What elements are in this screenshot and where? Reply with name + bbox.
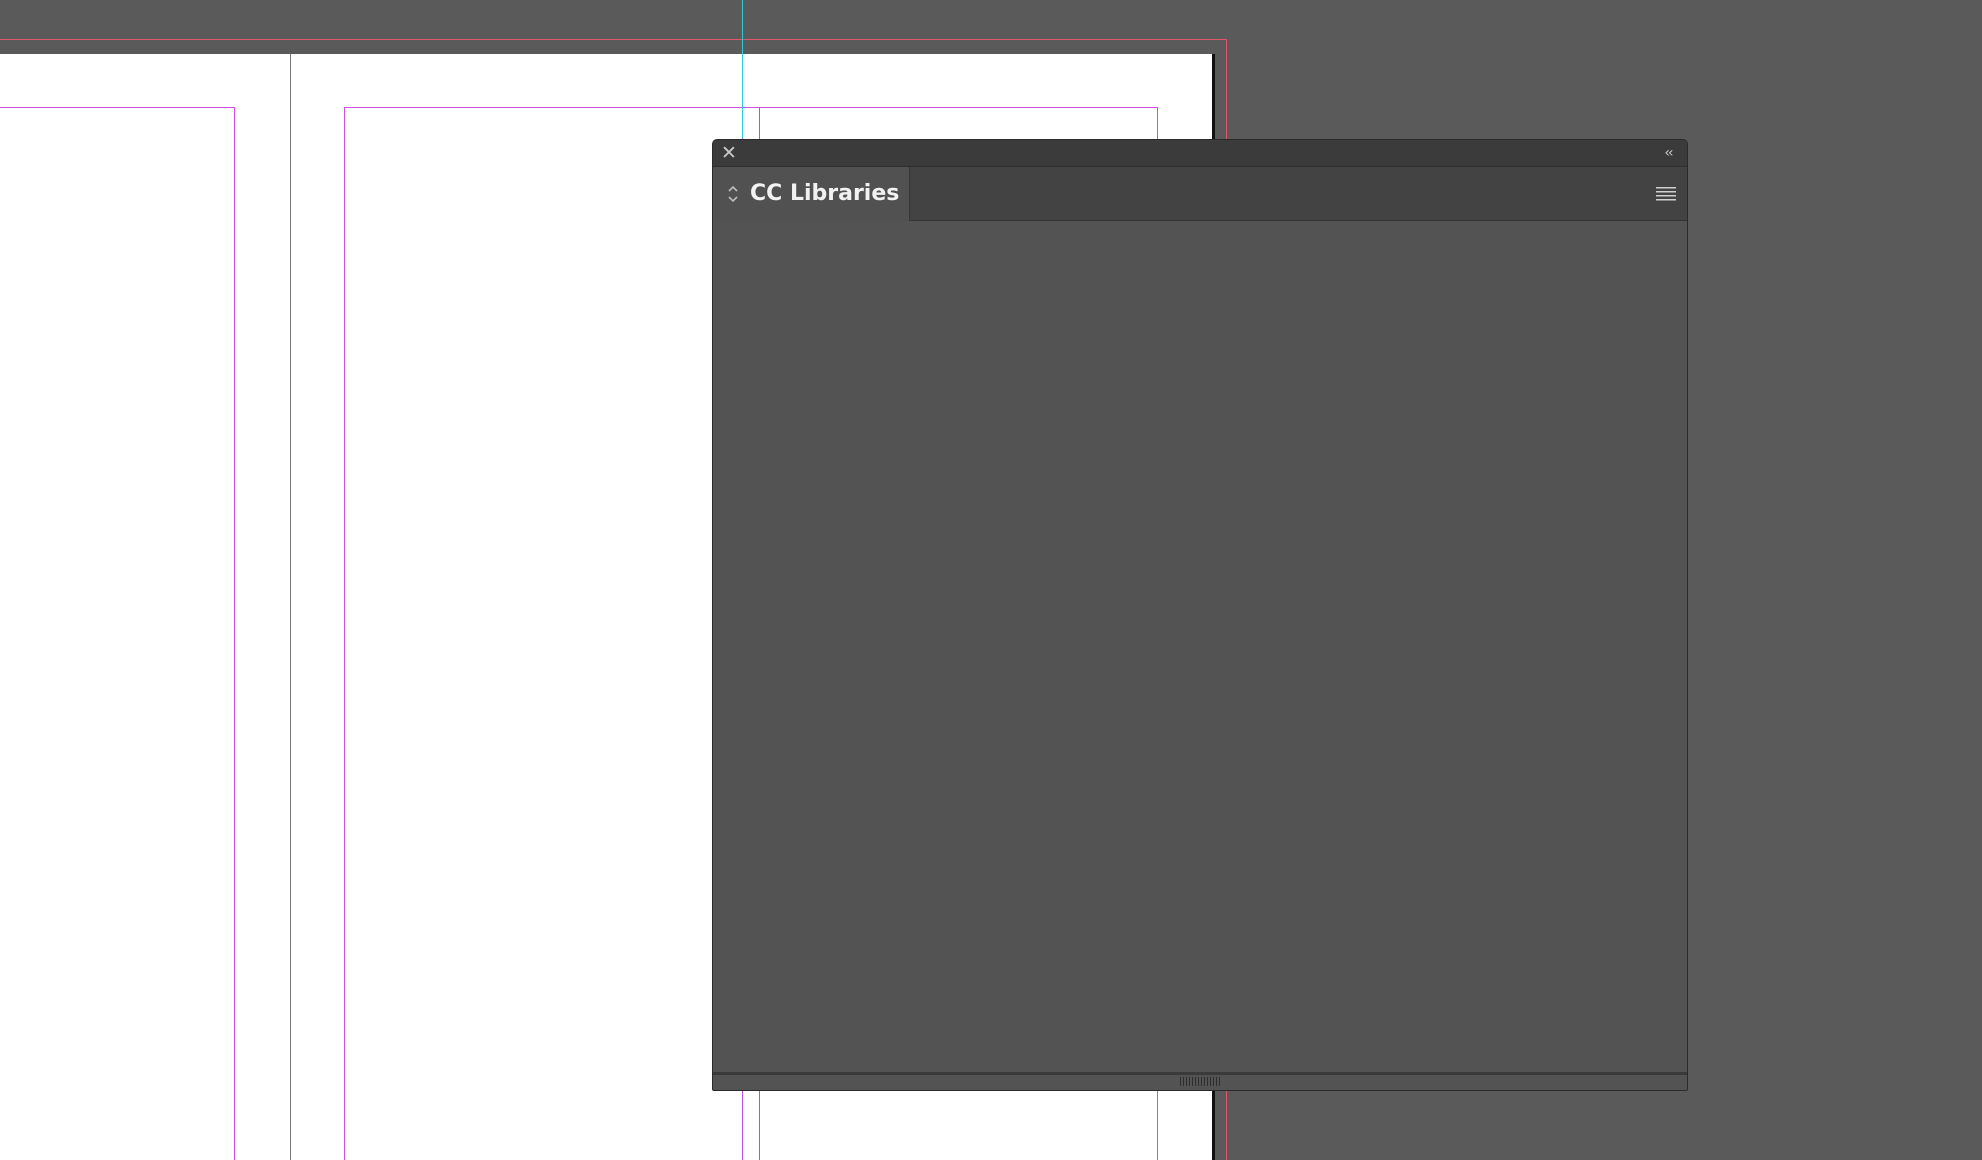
panel-titlebar[interactable]: ✕ ‹‹: [713, 140, 1687, 167]
hamburger-menu-icon[interactable]: [1655, 184, 1677, 204]
document-canvas[interactable]: ✕ ‹‹ CC Libraries: [0, 0, 1982, 1160]
tab-label: CC Libraries: [750, 181, 900, 206]
cc-libraries-panel[interactable]: ✕ ‹‹ CC Libraries: [712, 139, 1688, 1091]
panel-tab-bar: CC Libraries: [713, 167, 1687, 221]
resize-grip-icon[interactable]: [1180, 1077, 1220, 1086]
tab-cc-libraries[interactable]: CC Libraries: [713, 167, 910, 221]
spread-spine: [290, 54, 291, 1160]
panel-content-area[interactable]: [713, 221, 1687, 1073]
ruler-guide[interactable]: [742, 0, 743, 138]
double-chevron-left-icon[interactable]: ‹‹: [1657, 143, 1679, 163]
up-down-arrows-icon[interactable]: [727, 182, 739, 206]
bleed-guide-top: [0, 39, 1227, 40]
panel-resize-handle[interactable]: [713, 1072, 1687, 1090]
margin-guide-left-page: [0, 107, 235, 1160]
close-icon[interactable]: ✕: [719, 143, 739, 163]
